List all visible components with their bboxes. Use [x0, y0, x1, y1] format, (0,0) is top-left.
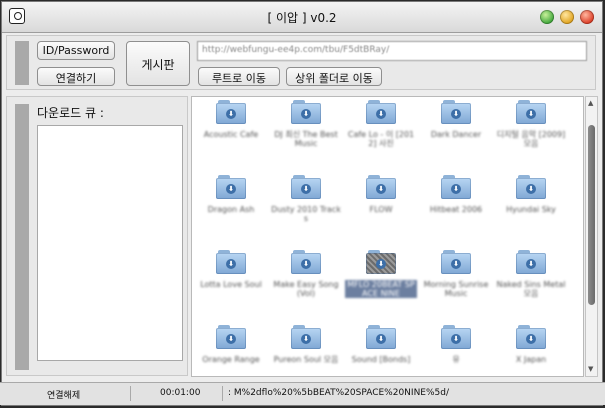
scrollbar-thumb[interactable]: [588, 125, 595, 305]
go-root-button[interactable]: 루트로 이동: [198, 67, 280, 86]
toolbar-grip: [15, 41, 29, 85]
folder-item[interactable]: ⬇ 유: [420, 325, 492, 376]
folder-download-icon: ⬇: [216, 250, 246, 274]
folder-item[interactable]: ⬇ X Japan: [495, 325, 567, 376]
folder-name: Hyundai Sky: [506, 205, 556, 214]
folder-download-icon: ⬇: [441, 325, 471, 349]
folder-name: DJ 최신 The Best Music: [274, 130, 338, 148]
folder-download-icon: ⬇: [366, 325, 396, 349]
folder-download-icon: ⬇: [216, 325, 246, 349]
status-bar: 연결해제 00:01:00 : M%2dflo%20%5bBEAT%20SPAC…: [0, 382, 605, 405]
window-title: [ 이압 ] v0.2: [267, 11, 337, 25]
folder-download-icon: ⬇: [516, 325, 546, 349]
folder-download-icon: ⬇: [516, 100, 546, 124]
folder-name: FLOW: [369, 205, 393, 214]
folder-download-icon: ⬇: [291, 175, 321, 199]
folder-item[interactable]: ⬇ Hitbeat 2006: [420, 175, 492, 247]
folder-item[interactable]: ⬇ Make Easy Song (Vol): [270, 250, 342, 322]
folder-download-icon: ⬇: [441, 175, 471, 199]
folder-download-icon: ⬇: [441, 100, 471, 124]
folder-item[interactable]: ⬇ Sound [Bonds]: [345, 325, 417, 376]
folder-item[interactable]: ⬇ MFLO 20BEAT SPACE NINE: [345, 250, 417, 322]
queue-label: 다운로드 큐 :: [37, 106, 104, 120]
folder-item[interactable]: ⬇ Lotta Love Soul: [195, 250, 267, 322]
folder-download-icon: ⬇: [216, 100, 246, 124]
folder-download-icon: ⬇: [291, 325, 321, 349]
folder-name: Sound [Bonds]: [351, 355, 411, 364]
folder-name: Naked Sins Metal 모음: [496, 280, 566, 298]
folder-item[interactable]: ⬇ Orange Range: [195, 325, 267, 376]
elapsed-time: 00:01:00: [160, 388, 201, 398]
file-browser[interactable]: ⬇ Acoustic Cafe ⬇ DJ 최신 The Best Music ⬇ Cafe…: [191, 96, 584, 377]
id-password-button[interactable]: ID/Password: [37, 41, 115, 60]
close-button[interactable]: [580, 10, 594, 24]
folder-item[interactable]: ⬇ Acoustic Cafe: [195, 100, 267, 172]
folder-name: Lotta Love Soul: [200, 280, 262, 289]
folder-item[interactable]: ⬇ Hyundai Sky: [495, 175, 567, 247]
folder-name: Dusty 2010 Tracks: [271, 205, 341, 223]
folder-name: X Japan: [515, 355, 547, 364]
folder-item[interactable]: ⬇ Morning Sunrise Music: [420, 250, 492, 322]
folder-download-icon: ⬇: [441, 250, 471, 274]
folder-item[interactable]: ⬇ DJ 최신 The Best Music: [270, 100, 342, 172]
status-divider: [222, 386, 223, 401]
folder-download-icon: ⬇: [366, 250, 396, 274]
folder-name: Acoustic Cafe: [203, 130, 259, 139]
connect-button[interactable]: 연결하기: [37, 67, 115, 86]
folder-item[interactable]: ⬇ Cafe Lo - 이 [2012] 사진: [345, 100, 417, 172]
go-parent-button[interactable]: 상위 폴더로 이동: [286, 67, 382, 86]
vertical-scrollbar[interactable]: ▲ ▼: [585, 96, 598, 377]
folder-item[interactable]: ⬇ FLOW: [345, 175, 417, 247]
folder-name: Hitbeat 2006: [429, 205, 483, 214]
folder-name: Pureon Soul 모음: [273, 355, 339, 364]
folder-name: Dark Dancer: [430, 130, 482, 139]
current-path: : M%2dflo%20%5bBEAT%20SPACE%20NINE%5d/: [228, 388, 450, 398]
disconnect-button[interactable]: 연결해제: [47, 388, 80, 401]
zoom-button[interactable]: [540, 10, 554, 24]
scroll-down-icon[interactable]: ▼: [588, 366, 593, 373]
folder-download-icon: ⬇: [516, 175, 546, 199]
folder-download-icon: ⬇: [291, 250, 321, 274]
folder-name: 유: [452, 355, 460, 364]
minimize-button[interactable]: [560, 10, 574, 24]
folder-name: Orange Range: [202, 355, 260, 364]
folder-name: Dragon Ash: [207, 205, 255, 214]
title-bar: [ 이압 ] v0.2: [2, 2, 602, 33]
folder-download-icon: ⬇: [516, 250, 546, 274]
folder-name: MFLO 20BEAT SPACE NINE: [345, 280, 417, 298]
folder-name: 디지털 음악 [2009] 모음: [496, 130, 566, 148]
folder-name: Cafe Lo - 이 [2012] 사진: [347, 130, 415, 148]
folder-download-icon: ⬇: [366, 100, 396, 124]
folder-name: Morning Sunrise Music: [423, 280, 489, 298]
folder-download-icon: ⬇: [291, 100, 321, 124]
board-button[interactable]: 게시판: [126, 41, 190, 86]
folder-item[interactable]: ⬇ Dusty 2010 Tracks: [270, 175, 342, 247]
folder-name: Make Easy Song (Vol): [273, 280, 339, 298]
folder-item[interactable]: ⬇ Dragon Ash: [195, 175, 267, 247]
status-divider: [130, 386, 131, 401]
folder-item[interactable]: ⬇ Naked Sins Metal 모음: [495, 250, 567, 322]
url-field[interactable]: http://webfungu-ee4p.com/tbu/F5dtBRay/: [197, 41, 587, 61]
folder-item[interactable]: ⬇ Pureon Soul 모음: [270, 325, 342, 376]
folder-download-icon: ⬇: [216, 175, 246, 199]
folder-item[interactable]: ⬇ Dark Dancer: [420, 100, 492, 172]
folder-item[interactable]: ⬇ 디지털 음악 [2009] 모음: [495, 100, 567, 172]
scroll-up-icon[interactable]: ▲: [588, 100, 593, 107]
queue-grip: [15, 104, 29, 370]
folder-download-icon: ⬇: [366, 175, 396, 199]
download-queue-list[interactable]: [37, 125, 183, 361]
